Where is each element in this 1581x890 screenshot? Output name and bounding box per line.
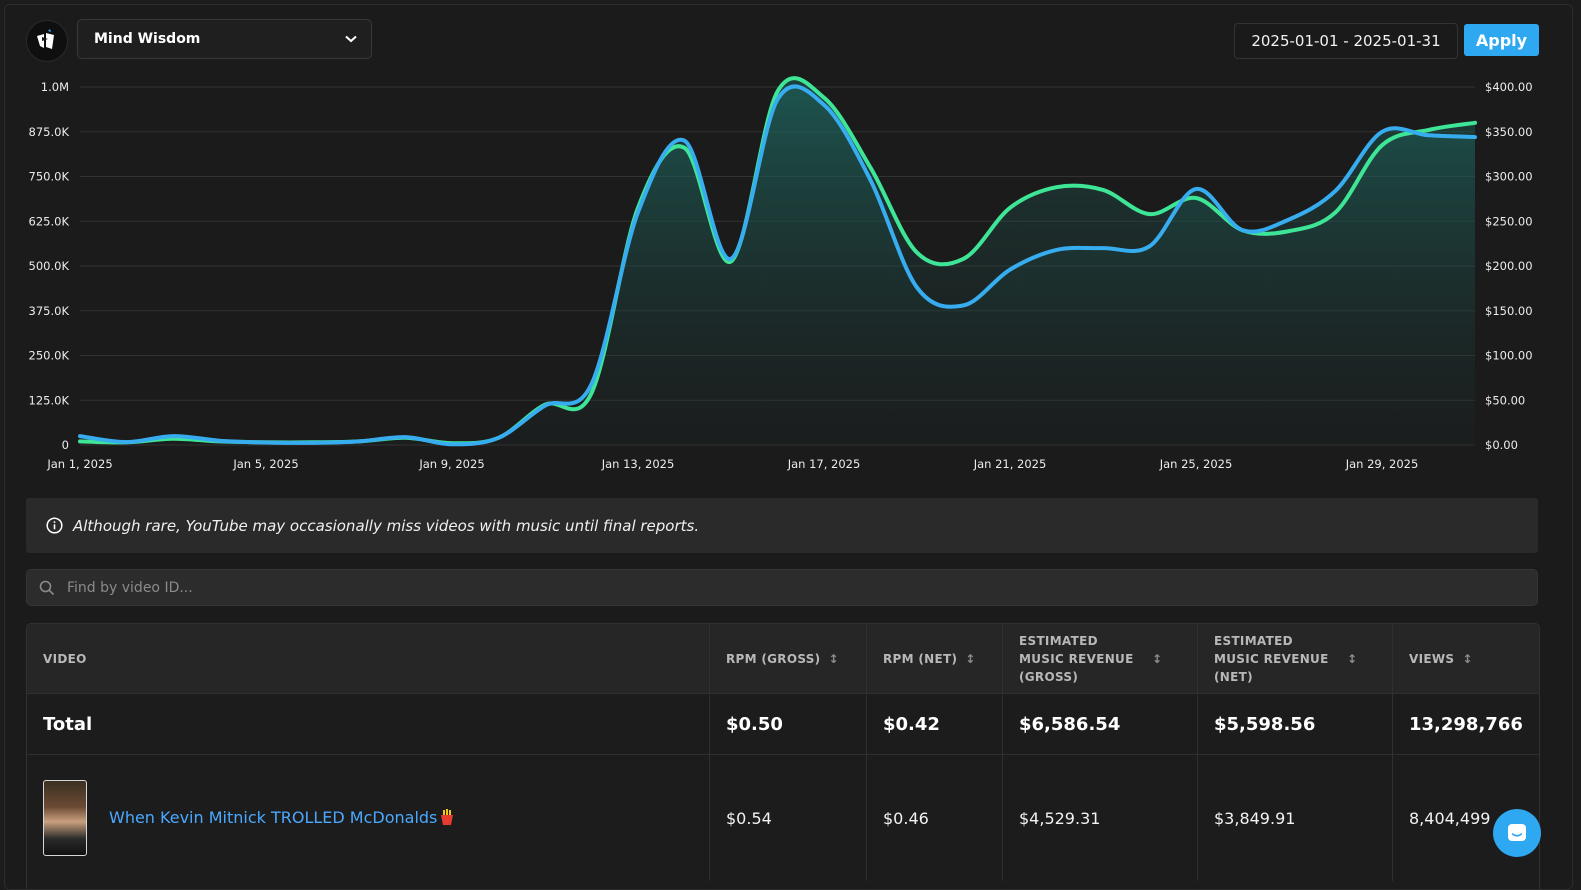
row-rpm-net: $0.46 (866, 755, 1002, 881)
logo-icon (34, 28, 60, 54)
video-thumbnail[interactable] (43, 780, 87, 856)
channel-logo (26, 20, 68, 62)
x-tick-label: Jan 25, 2025 (1159, 457, 1233, 471)
right-tick-label: $350.00 (1485, 125, 1533, 139)
column-rpm-gross[interactable]: RPM (GROSS) ↕ (709, 624, 866, 693)
column-views-label: VIEWS (1409, 650, 1454, 668)
left-tick-label: 875.0K (29, 125, 70, 139)
date-range-value: 2025-01-01 - 2025-01-31 (1251, 32, 1440, 50)
date-range-picker[interactable]: 2025-01-01 - 2025-01-31 (1234, 23, 1458, 59)
right-tick-label: $0.00 (1485, 438, 1518, 452)
column-est-net-label: ESTIMATED MUSIC REVENUE (NET) (1214, 632, 1339, 686)
x-tick-label: Jan 29, 2025 (1345, 457, 1419, 471)
videos-table: VIDEO RPM (GROSS) ↕ RPM (NET) ↕ ESTIMATED … (26, 623, 1540, 890)
video-search[interactable] (26, 569, 1538, 606)
right-tick-label: $200.00 (1485, 259, 1533, 273)
table-row: When Kevin Mitnick TROLLED McDonalds $0.… (27, 754, 1539, 881)
video-cell: When Kevin Mitnick TROLLED McDonalds (27, 755, 709, 881)
column-video[interactable]: VIDEO (27, 624, 709, 693)
sort-icon[interactable]: ↕ (1347, 650, 1357, 668)
channel-dropdown[interactable]: Mind Wisdom (77, 19, 372, 59)
total-views: 13,298,766 (1392, 694, 1539, 755)
column-rpm-net-label: RPM (NET) (883, 650, 957, 668)
search-icon (39, 580, 55, 596)
total-est-gross: $6,586.54 (1002, 694, 1197, 755)
sort-icon[interactable]: ↕ (1462, 650, 1472, 668)
right-tick-label: $100.00 (1485, 349, 1533, 363)
x-tick-label: Jan 1, 2025 (46, 457, 112, 471)
sort-icon[interactable]: ↕ (828, 650, 838, 668)
left-tick-label: 375.0K (29, 304, 70, 318)
column-est-net[interactable]: ESTIMATED MUSIC REVENUE (NET) ↕ (1197, 624, 1392, 693)
chat-support-button[interactable] (1493, 809, 1541, 857)
x-tick-label: Jan 21, 2025 (973, 457, 1047, 471)
channel-name: Mind Wisdom (94, 31, 345, 47)
video-title-link[interactable]: When Kevin Mitnick TROLLED McDonalds (109, 808, 454, 829)
row-rpm-gross: $0.54 (709, 755, 866, 881)
total-rpm-gross: $0.50 (709, 694, 866, 755)
total-row: Total $0.50 $0.42 $6,586.54 $5,598.56 13… (27, 693, 1539, 755)
x-tick-label: Jan 9, 2025 (418, 457, 484, 471)
search-input[interactable] (65, 579, 1537, 597)
total-rpm-net: $0.42 (866, 694, 1002, 755)
row-est-gross: $4,529.31 (1002, 755, 1197, 881)
left-tick-label: 0 (62, 438, 69, 452)
left-tick-label: 125.0K (29, 393, 70, 407)
total-est-net: $5,598.56 (1197, 694, 1392, 755)
left-axis: 0 125.0K 250.0K 375.0K 500.0K 625.0K 750.0K 875… (29, 80, 70, 452)
sort-icon[interactable]: ↕ (1152, 650, 1162, 668)
total-label: Total (27, 694, 709, 755)
info-icon (46, 517, 63, 534)
video-title: When Kevin Mitnick TROLLED McDonalds (109, 808, 437, 827)
x-tick-label: Jan 17, 2025 (787, 457, 861, 471)
app-frame: Mind Wisdom 2025-01-01 - 2025-01-31 Appl… (4, 4, 1573, 890)
sort-icon[interactable]: ↕ (965, 650, 975, 668)
info-notice: Although rare, YouTube may occasionally … (26, 498, 1538, 553)
right-tick-label: $400.00 (1485, 80, 1533, 94)
x-tick-label: Jan 13, 2025 (601, 457, 675, 471)
column-rpm-net[interactable]: RPM (NET) ↕ (866, 624, 1002, 693)
column-est-gross-label: ESTIMATED MUSIC REVENUE (GROSS) (1019, 632, 1144, 686)
right-tick-label: $300.00 (1485, 170, 1533, 184)
left-tick-label: 625.0K (29, 214, 70, 228)
left-tick-label: 250.0K (29, 349, 70, 363)
chart-series (80, 78, 1475, 445)
column-rpm-gross-label: RPM (GROSS) (726, 650, 820, 668)
right-tick-label: $50.00 (1485, 393, 1525, 407)
left-tick-label: 750.0K (29, 170, 70, 184)
x-tick-label: Jan 5, 2025 (232, 457, 298, 471)
column-est-gross[interactable]: ESTIMATED MUSIC REVENUE (GROSS) ↕ (1002, 624, 1197, 693)
right-tick-label: $250.00 (1485, 214, 1533, 228)
column-views[interactable]: VIEWS ↕ (1392, 624, 1539, 693)
chevron-down-icon (345, 35, 357, 43)
views-revenue-chart: 0 125.0K 250.0K 375.0K 500.0K 625.0K 750.0K 875… (5, 67, 1572, 497)
chat-icon (1505, 821, 1529, 845)
right-axis: $0.00 $50.00 $100.00 $150.00 $200.00 $250.00 $… (1485, 80, 1533, 452)
apply-button[interactable]: Apply (1464, 24, 1539, 56)
left-tick-label: 1.0M (41, 80, 69, 94)
table-header-row: VIDEO RPM (GROSS) ↕ RPM (NET) ↕ ESTIMATED … (27, 624, 1539, 693)
left-tick-label: 500.0K (29, 259, 70, 273)
fries-icon (440, 809, 454, 829)
notice-text: Although rare, YouTube may occasionally … (73, 517, 699, 535)
right-tick-label: $150.00 (1485, 304, 1533, 318)
x-axis: Jan 1, 2025 Jan 5, 2025 Jan 9, 2025 Jan 13,… (46, 457, 1418, 471)
column-video-label: VIDEO (43, 650, 87, 668)
row-est-net: $3,849.91 (1197, 755, 1392, 881)
